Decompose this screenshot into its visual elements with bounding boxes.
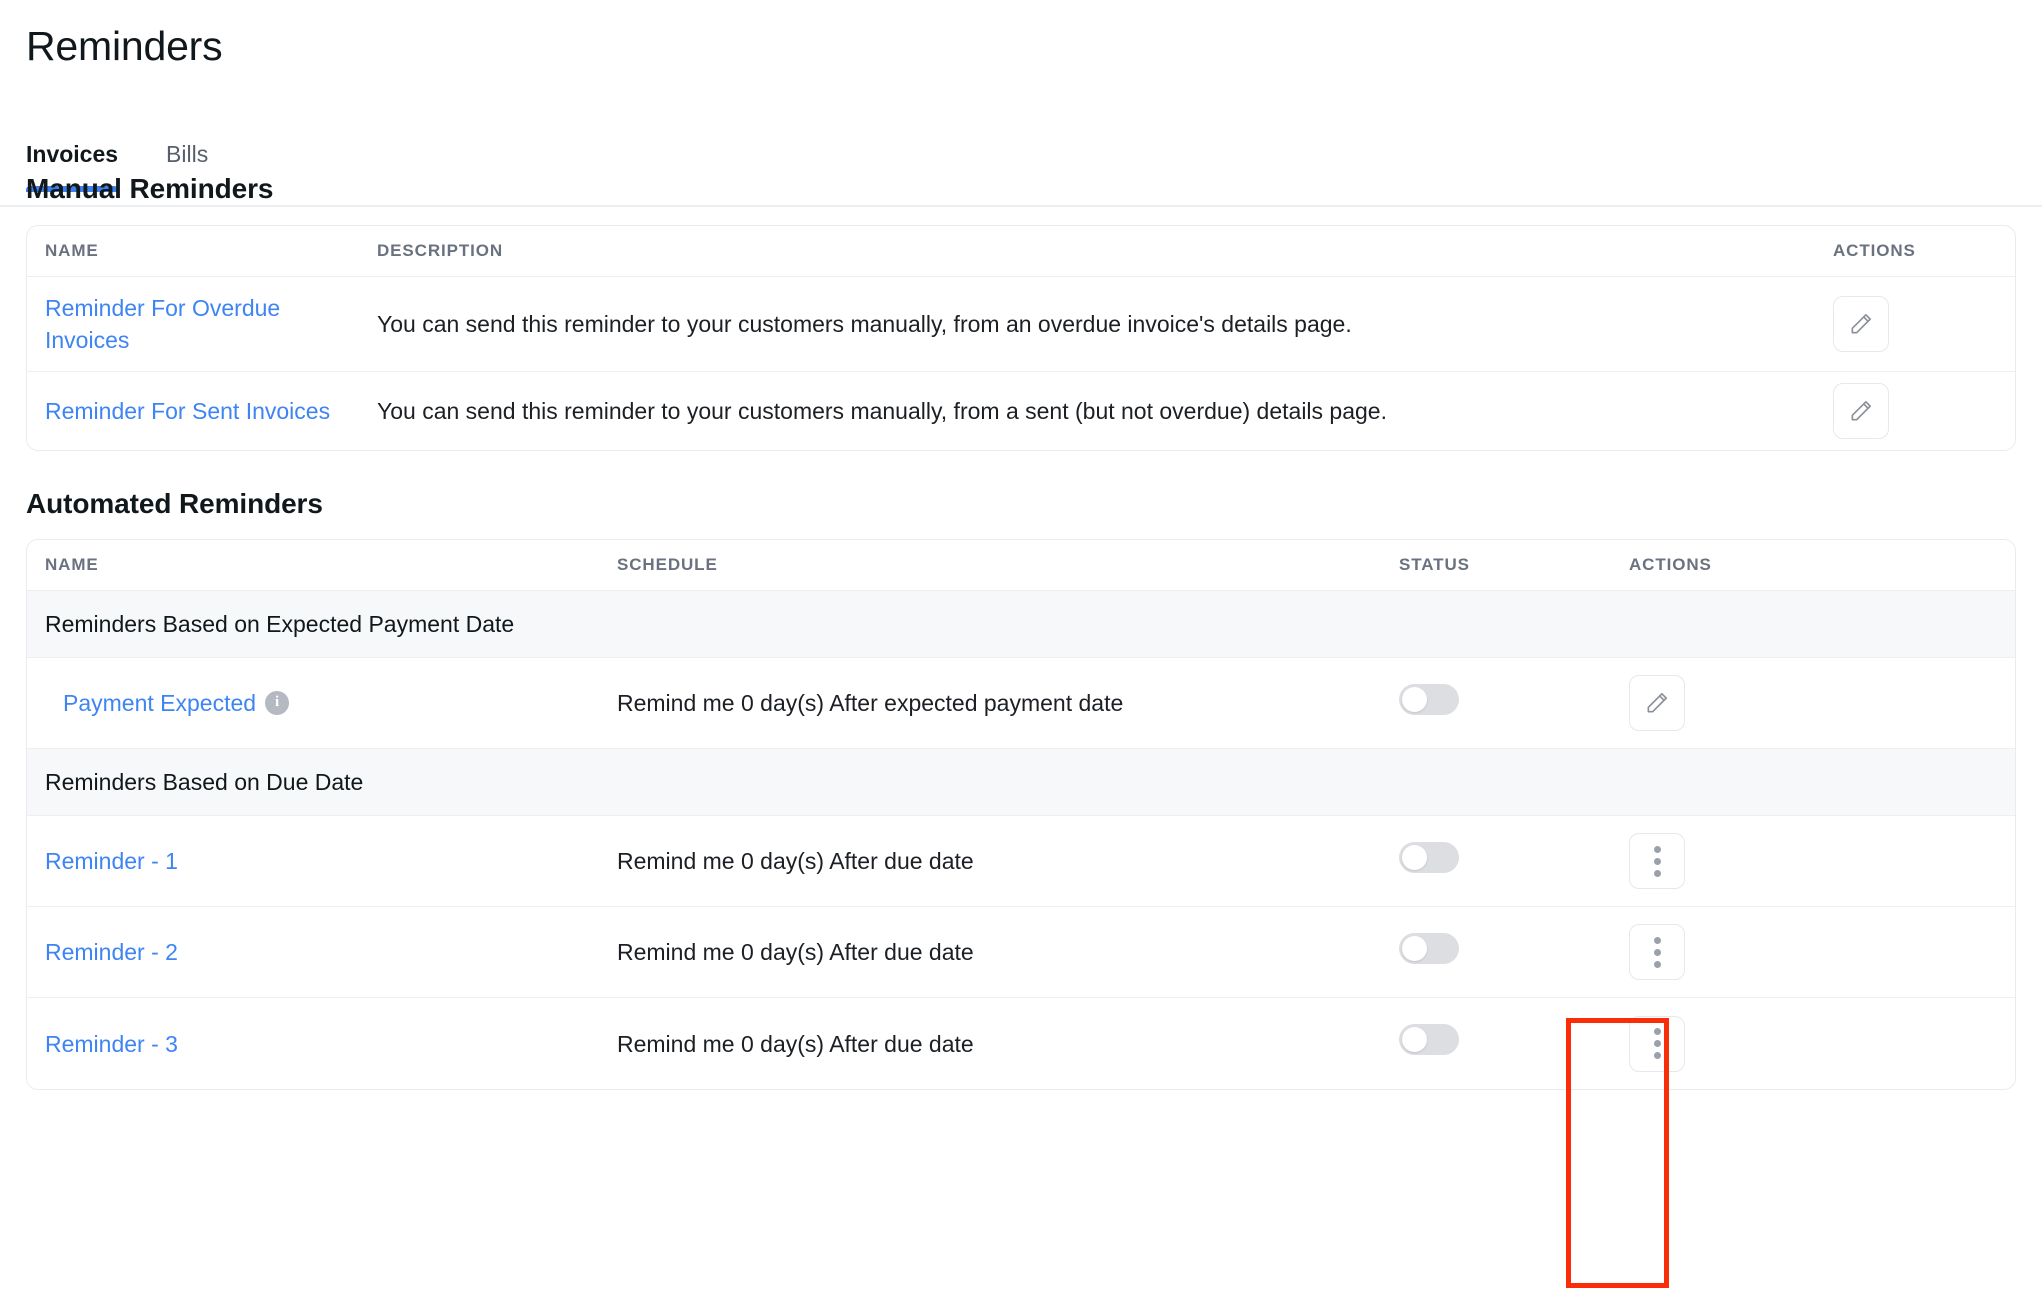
edit-button[interactable] <box>1629 675 1685 731</box>
toggle-knob <box>1402 687 1427 712</box>
table-row: Reminder - 2 Remind me 0 day(s) After du… <box>27 907 2015 998</box>
automated-row-actions <box>1611 833 1811 889</box>
automated-row-schedule: Remind me 0 day(s) After expected paymen… <box>599 687 1381 719</box>
column-header-status: STATUS <box>1381 555 1611 575</box>
group-header-row-expected-payment-date: Reminders Based on Expected Payment Date <box>27 591 2015 658</box>
group-header-row-due-date: Reminders Based on Due Date <box>27 749 2015 816</box>
pencil-icon <box>1644 690 1670 716</box>
toggle-knob <box>1402 1027 1427 1052</box>
link-payment-expected[interactable]: Payment Expected <box>63 690 256 716</box>
column-header-description: DESCRIPTION <box>359 241 1815 261</box>
edit-button[interactable] <box>1833 383 1889 439</box>
automated-row-actions <box>1611 924 1811 980</box>
pencil-icon <box>1848 311 1874 337</box>
table-header-row: NAME DESCRIPTION ACTIONS <box>27 226 2015 277</box>
link-reminder-for-overdue-invoices[interactable]: Reminder For Overdue Invoices <box>45 295 280 353</box>
table-row: Payment Expected i Remind me 0 day(s) Aft… <box>27 658 2015 749</box>
automated-row-actions <box>1611 1016 1811 1072</box>
automated-reminders-table: NAME SCHEDULE STATUS ACTIONS Reminders B… <box>26 539 2016 1090</box>
automated-row-status <box>1381 1024 1611 1063</box>
column-header-name: NAME <box>27 241 359 261</box>
pencil-icon <box>1848 398 1874 424</box>
link-reminder-for-sent-invoices[interactable]: Reminder For Sent Invoices <box>45 398 330 424</box>
toggle-knob <box>1402 936 1427 961</box>
automated-row-schedule: Remind me 0 day(s) After due date <box>599 845 1381 877</box>
column-header-actions: ACTIONS <box>1611 555 1811 575</box>
automated-row-schedule: Remind me 0 day(s) After due date <box>599 1028 1381 1060</box>
automated-row-name-cell: Reminder - 2 <box>27 936 599 968</box>
automated-row-status <box>1381 842 1611 881</box>
table-row: Reminder - 1 Remind me 0 day(s) After du… <box>27 816 2015 907</box>
automated-row-name-cell: Reminder - 3 <box>27 1028 599 1060</box>
automated-row-schedule: Remind me 0 day(s) After due date <box>599 936 1381 968</box>
link-reminder-1[interactable]: Reminder - 1 <box>45 848 178 874</box>
status-toggle[interactable] <box>1399 933 1459 964</box>
kebab-menu-icon <box>1654 846 1661 877</box>
table-row: Reminder - 3 Remind me 0 day(s) After du… <box>27 998 2015 1089</box>
toggle-knob <box>1402 845 1427 870</box>
automated-row-status <box>1381 684 1611 723</box>
manual-row-name-cell: Reminder For Sent Invoices <box>27 395 359 427</box>
status-toggle[interactable] <box>1399 684 1459 715</box>
table-row: Reminder For Overdue Invoices You can se… <box>27 277 2015 372</box>
automated-row-status <box>1381 933 1611 972</box>
manual-row-name-cell: Reminder For Overdue Invoices <box>27 292 359 356</box>
kebab-menu-icon <box>1654 1028 1661 1059</box>
kebab-menu-icon <box>1654 937 1661 968</box>
more-options-button[interactable] <box>1629 833 1685 889</box>
column-header-name: NAME <box>27 555 599 575</box>
column-header-actions: ACTIONS <box>1815 241 2015 261</box>
manual-row-actions <box>1815 383 2015 439</box>
manual-reminders-heading: Manual Reminders <box>26 172 273 206</box>
table-row: Reminder For Sent Invoices You can send … <box>27 372 2015 450</box>
manual-row-actions <box>1815 296 2015 352</box>
column-header-schedule: SCHEDULE <box>599 555 1381 575</box>
tab-bar: Invoices Bills <box>0 140 2042 207</box>
reminders-page: Reminders Invoices Bills Manual Reminder… <box>0 0 2042 1298</box>
automated-row-name-cell: Payment Expected i <box>27 687 599 719</box>
edit-button[interactable] <box>1833 296 1889 352</box>
link-reminder-3[interactable]: Reminder - 3 <box>45 1031 178 1057</box>
group-label: Reminders Based on Due Date <box>27 769 381 796</box>
link-reminder-2[interactable]: Reminder - 2 <box>45 939 178 965</box>
page-title: Reminders <box>26 22 222 70</box>
status-toggle[interactable] <box>1399 1024 1459 1055</box>
manual-row-description: You can send this reminder to your custo… <box>359 308 1815 340</box>
group-label: Reminders Based on Expected Payment Date <box>27 611 532 638</box>
automated-row-name-cell: Reminder - 1 <box>27 845 599 877</box>
info-icon[interactable]: i <box>265 691 289 715</box>
automated-row-actions <box>1611 675 1811 731</box>
more-options-button[interactable] <box>1629 924 1685 980</box>
more-options-button[interactable] <box>1629 1016 1685 1072</box>
table-header-row: NAME SCHEDULE STATUS ACTIONS <box>27 540 2015 591</box>
manual-reminders-table: NAME DESCRIPTION ACTIONS Reminder For Ov… <box>26 225 2016 451</box>
status-toggle[interactable] <box>1399 842 1459 873</box>
manual-row-description: You can send this reminder to your custo… <box>359 395 1815 427</box>
automated-reminders-heading: Automated Reminders <box>26 487 323 521</box>
